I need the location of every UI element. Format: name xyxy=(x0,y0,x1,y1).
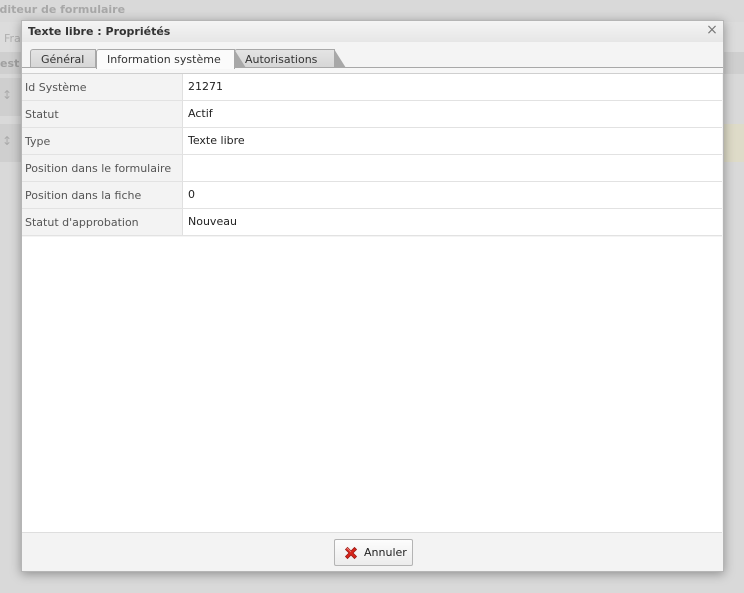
tab-label: Général xyxy=(41,53,85,66)
cancel-button-label: Annuler xyxy=(364,546,407,559)
background-row: ↕ xyxy=(0,124,22,162)
background-row-highlight xyxy=(722,124,744,162)
tab-label: Autorisations xyxy=(245,53,318,66)
property-value: Texte libre xyxy=(188,134,245,147)
tab-system-information[interactable]: Information système xyxy=(96,49,246,69)
property-row-approval-status: Statut d'approbation Nouveau xyxy=(22,209,722,236)
property-value: Nouveau xyxy=(188,215,237,228)
tab-authorizations[interactable]: Autorisations xyxy=(234,49,346,68)
property-row-record-position: Position dans la fiche 0 xyxy=(22,182,722,209)
background-row: ↕ xyxy=(0,78,22,116)
property-value: 0 xyxy=(188,188,195,201)
close-icon: × xyxy=(706,22,718,38)
property-row-status: Statut Actif xyxy=(22,101,722,128)
close-button[interactable]: × xyxy=(705,23,719,37)
property-value: Actif xyxy=(188,107,213,120)
background-header-text: est xyxy=(0,57,20,70)
dialog-title: Texte libre : Propriétés xyxy=(28,25,171,38)
move-handle-icon: ↕ xyxy=(2,88,13,102)
dialog-header: Texte libre : Propriétés × xyxy=(22,21,723,42)
property-key: Statut d'approbation xyxy=(22,209,183,235)
property-grid: Id Système 21271 Statut Actif Type Texte… xyxy=(22,74,722,236)
background-toolbar-text: Fra xyxy=(4,32,21,45)
property-key: Position dans le formulaire xyxy=(22,155,183,181)
move-handle-icon: ↕ xyxy=(2,134,13,148)
property-row-system-id: Id Système 21271 xyxy=(22,74,722,101)
properties-dialog: Texte libre : Propriétés × Général Infor… xyxy=(21,20,724,572)
tab-label: Information système xyxy=(107,53,221,66)
property-key: Type xyxy=(22,128,183,154)
background-window-title: Éditeur de formulaire xyxy=(0,3,126,16)
property-key: Position dans la fiche xyxy=(22,182,183,208)
property-row-type: Type Texte libre xyxy=(22,128,722,155)
red-x-icon xyxy=(344,546,358,560)
cancel-button[interactable]: Annuler xyxy=(334,539,413,566)
tab-general[interactable]: Général xyxy=(30,49,107,68)
property-value: 21271 xyxy=(188,80,223,93)
property-row-form-position: Position dans le formulaire xyxy=(22,155,722,182)
property-key: Statut xyxy=(22,101,183,127)
dialog-footer: Annuler xyxy=(22,533,723,571)
property-key: Id Système xyxy=(22,74,183,100)
panel-content-area xyxy=(22,237,722,533)
